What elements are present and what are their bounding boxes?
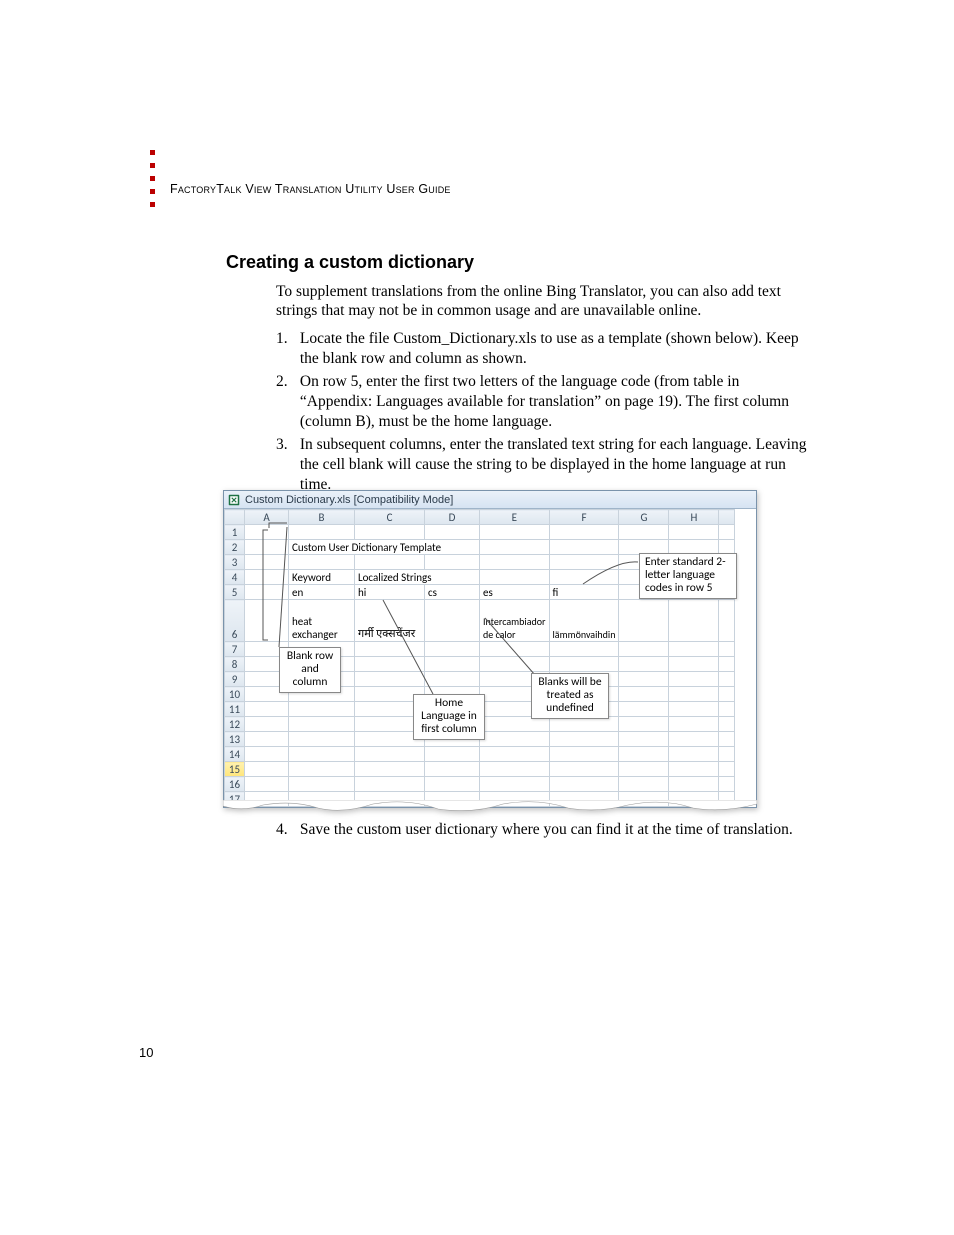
spreadsheet-title-text: Custom Dictionary.xls [Compatibility Mod… — [245, 494, 453, 506]
callout-home-language: Home Language in first column — [413, 694, 485, 740]
step-number: 1. — [276, 329, 296, 349]
row-header: 9 — [225, 672, 245, 687]
cell: es — [480, 585, 550, 600]
excel-icon — [228, 494, 240, 506]
row-header: 10 — [225, 687, 245, 702]
step-number: 4. — [276, 820, 296, 840]
step-number: 2. — [276, 372, 296, 392]
row-header: 3 — [225, 555, 245, 570]
row-header: 7 — [225, 642, 245, 657]
page-number: 10 — [139, 1045, 153, 1060]
col-header: F — [549, 510, 619, 525]
row-header: 11 — [225, 702, 245, 717]
torn-edge — [223, 800, 757, 814]
spreadsheet-titlebar: Custom Dictionary.xls [Compatibility Mod… — [224, 491, 756, 509]
intro-paragraph: To supplement translations from the onli… — [276, 282, 816, 321]
col-header: D — [425, 510, 480, 525]
cell: Keyword — [289, 570, 355, 585]
col-header: A — [245, 510, 289, 525]
callout-blank-row-column: Blank row and column — [279, 647, 341, 693]
row-header: 5 — [225, 585, 245, 600]
cell: heat exchanger — [289, 600, 355, 642]
section-heading: Creating a custom dictionary — [226, 252, 474, 273]
cell: Custom User Dictionary Template — [289, 540, 480, 555]
step-text: Locate the file Custom_Dictionary.xls to… — [300, 329, 815, 369]
col-header: H — [669, 510, 719, 525]
cell: cs — [425, 585, 480, 600]
step-text: In subsequent columns, enter the transla… — [300, 435, 815, 494]
step-2: 2. On row 5, enter the first two letters… — [276, 372, 821, 431]
row-header: 12 — [225, 717, 245, 732]
step-text: Save the custom user dictionary where yo… — [300, 820, 815, 840]
vertical-dot-accent — [150, 150, 155, 215]
cell: Localized Strings — [355, 570, 480, 585]
spreadsheet-figure: Custom Dictionary.xls [Compatibility Mod… — [223, 490, 757, 808]
col-header: E — [480, 510, 550, 525]
step-1: 1. Locate the file Custom_Dictionary.xls… — [276, 329, 821, 369]
col-header — [719, 510, 735, 525]
row-header: 4 — [225, 570, 245, 585]
cell: गर्मी एक्सचेंजर — [355, 600, 425, 642]
callout-language-codes: Enter standard 2-letter language codes i… — [639, 553, 737, 599]
cell: en — [289, 585, 355, 600]
grid-corner — [225, 510, 245, 525]
col-header: C — [355, 510, 425, 525]
row-header: 14 — [225, 747, 245, 762]
row-header: 1 — [225, 525, 245, 540]
step-3: 3. In subsequent columns, enter the tran… — [276, 435, 821, 494]
running-header: FactoryTalk View Translation Utility Use… — [170, 182, 451, 196]
cell: Intercambiador de calor — [480, 600, 550, 642]
callout-blanks-undefined: Blanks will be treated as undefined — [531, 673, 609, 719]
col-header: G — [619, 510, 669, 525]
col-header: B — [289, 510, 355, 525]
cell: hi — [355, 585, 425, 600]
step-text: On row 5, enter the first two letters of… — [300, 372, 815, 431]
row-header: 2 — [225, 540, 245, 555]
step-number: 3. — [276, 435, 296, 455]
step-4: 4. Save the custom user dictionary where… — [276, 820, 821, 840]
row-header: 8 — [225, 657, 245, 672]
row-header: 13 — [225, 732, 245, 747]
row-header-selected: 15 — [225, 762, 245, 777]
cell: fi — [549, 585, 619, 600]
cell: lämmönvaihdin — [549, 600, 619, 642]
row-header: 16 — [225, 777, 245, 792]
row-header: 6 — [225, 600, 245, 642]
